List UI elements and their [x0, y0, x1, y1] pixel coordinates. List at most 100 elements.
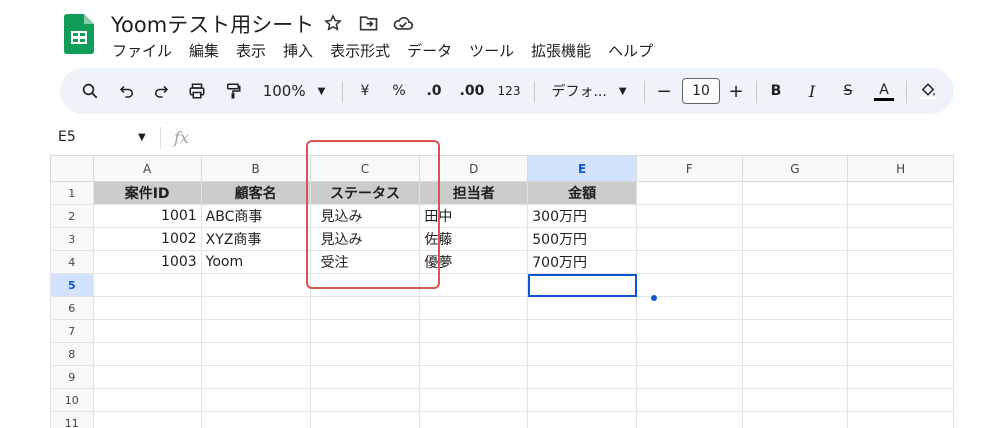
row-header[interactable]: 1 — [50, 181, 94, 205]
row-header[interactable]: 2 — [50, 204, 94, 228]
cell[interactable] — [847, 181, 954, 205]
column-header-h[interactable]: H — [847, 155, 954, 182]
cloud-saved-icon[interactable] — [392, 12, 414, 34]
currency-format-button[interactable]: ¥ — [354, 78, 376, 104]
row-header[interactable]: 9 — [50, 365, 94, 389]
column-header-e[interactable]: E — [527, 155, 637, 182]
column-header-f[interactable]: F — [636, 155, 743, 182]
sheets-logo-icon[interactable] — [64, 14, 94, 54]
cell[interactable] — [741, 181, 849, 205]
decrease-decimal-button[interactable]: .0 — [420, 78, 448, 104]
cell[interactable] — [741, 204, 849, 228]
cell[interactable] — [741, 250, 849, 274]
row-header[interactable]: 7 — [50, 319, 94, 343]
fill-color-icon[interactable] — [916, 78, 940, 104]
cell[interactable] — [847, 227, 954, 251]
cell[interactable]: 300万円 — [527, 204, 637, 228]
menu-view[interactable]: 表示 — [236, 40, 266, 61]
fill-handle[interactable] — [650, 294, 658, 302]
text-color-button[interactable]: A — [872, 78, 896, 104]
toolbar: 100% ▼ ¥ % .0 .00 123 デフォ... ▼ − 10 + B … — [60, 68, 954, 114]
column-header-a[interactable]: A — [92, 155, 202, 182]
row-header[interactable]: 3 — [50, 227, 94, 251]
row-header[interactable]: 4 — [50, 250, 94, 274]
decrease-decimal-label: .0 — [426, 83, 442, 99]
row-header[interactable]: 8 — [50, 342, 94, 366]
zoom-select[interactable]: 100% ▼ — [258, 78, 330, 104]
menu-file[interactable]: ファイル — [112, 40, 172, 61]
cell[interactable]: 700万円 — [527, 250, 637, 274]
cell[interactable]: ABC商事 — [200, 204, 311, 228]
font-family-value: デフォ... — [551, 84, 607, 100]
cell[interactable] — [200, 273, 311, 297]
cell[interactable] — [847, 204, 954, 228]
cell[interactable]: 1002 — [92, 227, 202, 251]
highlight-box — [306, 140, 440, 289]
increase-decimal-label: .00 — [459, 83, 485, 99]
spreadsheet-grid[interactable]: A B C D E F G H 1 案件ID 顧客名 ステータス 担当者 金額 … — [50, 155, 954, 428]
text-color-swatch — [874, 97, 894, 101]
cell[interactable]: 案件ID — [92, 181, 202, 205]
cell[interactable]: 金額 — [527, 181, 637, 205]
cell[interactable] — [741, 273, 849, 297]
row-header[interactable]: 11 — [50, 411, 94, 428]
cell[interactable] — [92, 273, 202, 297]
name-box[interactable]: E5 ▼ — [58, 129, 146, 145]
percent-format-button[interactable]: % — [388, 78, 410, 104]
menu-bar: ファイル 編集 表示 挿入 表示形式 データ ツール 拡張機能 ヘルプ — [112, 40, 670, 61]
text-color-label: A — [879, 81, 889, 98]
redo-icon[interactable] — [148, 78, 174, 104]
select-all-corner[interactable] — [50, 155, 94, 182]
cell[interactable]: 1003 — [92, 250, 202, 274]
cell-ref: E5 — [58, 129, 76, 145]
row-header[interactable]: 6 — [50, 296, 94, 320]
cell[interactable]: 顧客名 — [200, 181, 311, 205]
font-size-input[interactable]: 10 — [682, 78, 720, 104]
cell[interactable] — [636, 181, 743, 205]
cell[interactable]: 1001 — [92, 204, 202, 228]
paint-format-icon[interactable] — [220, 78, 246, 104]
strikethrough-button[interactable]: S — [838, 78, 858, 104]
number-format-button[interactable]: 123 — [494, 78, 524, 104]
cell[interactable] — [636, 227, 743, 251]
menu-data[interactable]: データ — [407, 40, 452, 61]
cell[interactable] — [636, 204, 743, 228]
cell[interactable]: XYZ商事 — [200, 227, 311, 251]
menu-help[interactable]: ヘルプ — [608, 40, 653, 61]
cell[interactable]: Yoom — [200, 250, 311, 274]
italic-button[interactable]: I — [802, 78, 822, 104]
menu-extensions[interactable]: 拡張機能 — [531, 40, 591, 61]
decrease-font-size-button[interactable]: − — [654, 78, 674, 104]
selected-cell-e5[interactable] — [527, 273, 637, 297]
column-header-b[interactable]: B — [200, 155, 311, 182]
dropdown-arrow-icon: ▼ — [138, 132, 146, 143]
star-icon[interactable] — [322, 12, 344, 34]
cell[interactable] — [847, 273, 954, 297]
cell[interactable] — [636, 250, 743, 274]
font-family-select[interactable]: デフォ... ▼ — [544, 78, 634, 104]
cell[interactable]: 500万円 — [527, 227, 637, 251]
column-header-g[interactable]: G — [741, 155, 849, 182]
undo-icon[interactable] — [114, 78, 140, 104]
increase-font-size-button[interactable]: + — [726, 78, 746, 104]
row-header[interactable]: 10 — [50, 388, 94, 412]
move-to-folder-icon[interactable] — [358, 12, 380, 34]
menu-edit[interactable]: 編集 — [189, 40, 219, 61]
cell[interactable] — [847, 250, 954, 274]
search-icon[interactable] — [78, 78, 102, 104]
cell[interactable] — [741, 227, 849, 251]
menu-format[interactable]: 表示形式 — [330, 40, 390, 61]
cell[interactable] — [636, 273, 743, 297]
dropdown-arrow-icon: ▼ — [317, 85, 326, 97]
formula-divider — [160, 127, 161, 149]
row-header[interactable]: 5 — [50, 273, 94, 297]
fx-icon: fx — [174, 128, 189, 147]
bold-button[interactable]: B — [766, 78, 786, 104]
menu-insert[interactable]: 挿入 — [283, 40, 313, 61]
zoom-value: 100% — [262, 82, 306, 100]
menu-tools[interactable]: ツール — [469, 40, 514, 61]
print-icon[interactable] — [184, 78, 210, 104]
document-title[interactable]: Yoomテスト用シート — [111, 9, 314, 39]
increase-decimal-button[interactable]: .00 — [456, 78, 488, 104]
dropdown-arrow-icon: ▼ — [618, 85, 627, 97]
